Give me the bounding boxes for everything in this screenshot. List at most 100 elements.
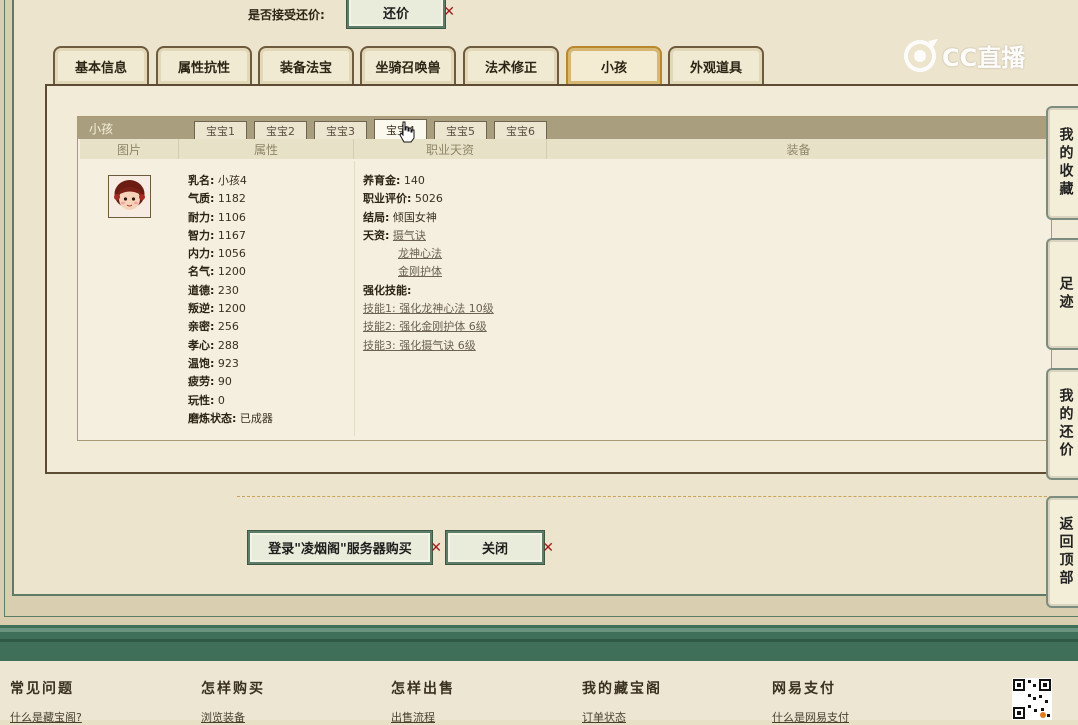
footer-band-stripe (0, 628, 1078, 632)
footer-link[interactable]: 出售流程 (391, 709, 455, 725)
side-nav-back-to-top[interactable]: 返回顶部 (1046, 496, 1078, 608)
section-divider (237, 496, 1078, 497)
footer-title: 常见问题 (10, 681, 74, 697)
tab-label: 装备法宝 (279, 60, 332, 76)
tab-label: 外观道具 (689, 60, 742, 76)
career-rating: 职业评价: 5026 (363, 192, 443, 206)
footer: 常见问题 什么是藏宝阁? 怎样购买 浏览装备 怎样出售 出售流程 我的藏宝阁 订… (0, 661, 1078, 724)
career-ending: 结局: 倾国女神 (363, 210, 437, 224)
column-header-attributes: 属性 (179, 139, 354, 159)
attribute-row: 气质: 1182 (188, 192, 246, 206)
cc-live-watermark: CC直播 (902, 37, 1025, 73)
side-nav-label: 我的收藏 (1057, 127, 1074, 199)
footer-title: 我的藏宝阁 (582, 681, 662, 697)
attribute-row: 疲劳: 90 (188, 375, 232, 389)
tab-spell-fix[interactable]: 法术修正 (463, 46, 559, 84)
attribute-row: 亲密: 256 (188, 320, 239, 334)
side-nav-label: 足迹 (1057, 276, 1074, 312)
qr-code-icon (1012, 678, 1052, 720)
talent-link[interactable]: 摄气诀 (393, 229, 426, 242)
counteroffer-button[interactable]: 还价 ✕ (347, 0, 455, 28)
attribute-row: 内力: 1056 (188, 247, 246, 261)
attribute-row: 乳名: 小孩4 (188, 174, 247, 187)
talent-row: 龙神心法 (363, 245, 494, 263)
skill-link[interactable]: 技能2: 强化金刚护体 6级 (363, 320, 487, 333)
subtab-baby-6[interactable]: 宝宝6 (494, 121, 547, 139)
ribbon-icon: ✕ (542, 539, 554, 556)
ribbon-icon: ✕ (443, 4, 455, 20)
attribute-row: 智力: 1167 (188, 228, 246, 242)
footer-column-how-to-buy: 怎样购买 浏览装备 (201, 678, 265, 725)
column-header-equipment: 装备 (547, 139, 1050, 159)
close-button[interactable]: 关闭 ✕ (446, 531, 554, 564)
child-portrait-icon (109, 176, 150, 217)
counteroffer-button-label: 还价 (382, 6, 409, 22)
attribute-row: 玩性: 0 (188, 393, 225, 407)
tab-label: 坐骑召唤兽 (375, 60, 441, 76)
cc-logo-icon (904, 39, 938, 72)
tab-label: 法术修正 (484, 60, 537, 76)
footer-title: 怎样出售 (391, 681, 455, 697)
child-panel: 小孩 宝宝1 宝宝2 宝宝3 宝宝4 宝宝5 宝宝6 图片 属性 职业天资 装备… (77, 116, 1052, 441)
tab-equipment[interactable]: 装备法宝 (258, 46, 354, 84)
side-nav-label: 返回顶部 (1057, 516, 1074, 588)
footer-link[interactable]: 什么是网易支付 (772, 709, 849, 725)
attribute-row: 耐力: 1106 (188, 210, 246, 224)
tab-label: 属性抗性 (177, 60, 230, 76)
footer-link[interactable]: 订单状态 (582, 709, 662, 725)
tab-label: 基本信息 (74, 60, 127, 76)
hand-cursor-icon (399, 121, 415, 143)
skill-link[interactable]: 技能3: 强化摄气诀 6级 (363, 339, 476, 352)
talent-link[interactable]: 金刚护体 (398, 265, 442, 278)
footer-column-how-to-sell: 怎样出售 出售流程 (391, 678, 455, 725)
child-panel-title: 小孩 (89, 122, 114, 136)
child-avatar (108, 175, 151, 218)
close-button-label: 关闭 (481, 542, 508, 557)
career-talents: 天资: 摄气诀 (363, 228, 426, 242)
attribute-row: 名气: 1200 (188, 265, 246, 279)
side-nav-favorites[interactable]: 我的收藏 (1046, 106, 1078, 220)
subtab-baby-1[interactable]: 宝宝1 (194, 121, 247, 139)
career-fund: 养育金: 140 (363, 174, 425, 187)
footer-column-netease-pay: 网易支付 什么是网易支付 (772, 678, 849, 725)
skill-row: 技能1: 强化龙神心法 10级 (363, 300, 494, 318)
tab-basic-info[interactable]: 基本信息 (53, 46, 149, 84)
login-buy-button[interactable]: 登录"凌烟阁"服务器购买 ✕ (248, 531, 442, 564)
footer-band-stripe (0, 639, 1078, 642)
attribute-row: 孝心: 288 (188, 338, 239, 352)
talent-link[interactable]: 龙神心法 (398, 247, 442, 260)
attribute-list: 乳名: 小孩4 气质: 1182 耐力: 1106 智力: 1167 内力: 1… (188, 172, 273, 428)
footer-link[interactable]: 什么是藏宝阁? (10, 709, 82, 725)
subtab-baby-2[interactable]: 宝宝2 (254, 121, 307, 139)
footer-title: 网易支付 (772, 681, 836, 697)
side-nav-label: 我的还价 (1057, 388, 1074, 460)
child-panel-header: 小孩 宝宝1 宝宝2 宝宝3 宝宝4 宝宝5 宝宝6 (78, 117, 1051, 140)
accept-counteroffer-label: 是否接受还价: (248, 8, 325, 22)
attribute-row: 温饱: 923 (188, 356, 239, 370)
talent-row: 金刚护体 (363, 263, 494, 281)
side-nav-my-counteroffers[interactable]: 我的还价 (1046, 368, 1078, 480)
ribbon-icon: ✕ (430, 539, 442, 556)
side-nav-history[interactable]: 足迹 (1046, 238, 1078, 350)
tab-attributes[interactable]: 属性抗性 (156, 46, 252, 84)
tab-mounts[interactable]: 坐骑召唤兽 (360, 46, 456, 84)
column-header-career: 职业天资 (354, 139, 547, 159)
skill-row: 技能2: 强化金刚护体 6级 (363, 318, 494, 336)
footer-column-faq: 常见问题 什么是藏宝阁? (10, 678, 82, 725)
skill-row: 技能3: 强化摄气诀 6级 (363, 337, 494, 355)
attribute-row: 道德: 230 (188, 283, 239, 297)
attribute-row: 磨炼状态: 已成器 (188, 411, 273, 425)
column-divider (354, 161, 355, 436)
subtab-baby-3[interactable]: 宝宝3 (314, 121, 367, 139)
watermark-text: CC直播 (942, 43, 1026, 72)
login-buy-button-label: 登录"凌烟阁"服务器购买 (268, 542, 412, 557)
skill-link[interactable]: 技能1: 强化龙神心法 10级 (363, 302, 494, 315)
column-header-image: 图片 (80, 139, 179, 159)
tab-children[interactable]: 小孩 (566, 46, 662, 84)
tab-label: 小孩 (600, 60, 627, 76)
tab-appearance[interactable]: 外观道具 (668, 46, 764, 84)
subtab-baby-5[interactable]: 宝宝5 (434, 121, 487, 139)
footer-link[interactable]: 浏览装备 (201, 709, 265, 725)
career-list: 养育金: 140 职业评价: 5026 结局: 倾国女神 天资: 摄气诀 龙神心… (363, 172, 494, 355)
footer-column-my-account: 我的藏宝阁 订单状态 (582, 678, 662, 725)
